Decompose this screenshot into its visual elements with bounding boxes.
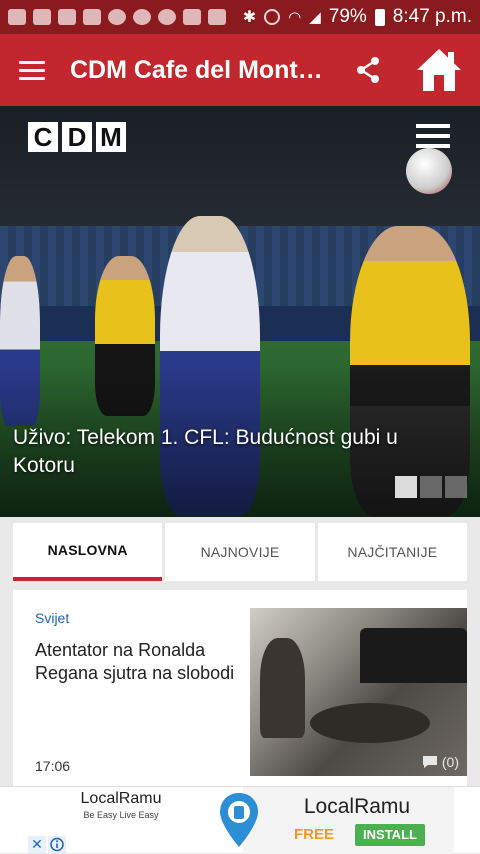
slide-dot[interactable] [395,476,417,498]
v-icon [183,9,201,25]
battery-icon [374,8,385,26]
wallet-icon [208,9,226,25]
app-title: CDM Cafe del Mont… [70,55,323,84]
video-icon [33,9,51,25]
article-time: 17:06 [35,758,71,774]
ad-close-icon[interactable]: ✕ [28,836,46,853]
slide-indicator [395,476,467,498]
email-icon [83,9,101,25]
home-icon[interactable] [414,46,464,94]
install-button[interactable]: INSTALL [355,824,425,846]
app-bar: CDM Cafe del Mont… [0,34,480,106]
battery-percent: 79% [328,6,367,27]
comment-icon [422,756,437,768]
hero-menu-icon [416,124,450,148]
article-headline[interactable]: Atentator na Ronalda Regana sjutra na sl… [35,639,235,685]
section-tabs: NASLOVNA NAJNOVIJE NAJČITANIJE [13,523,467,581]
article-thumbnail[interactable]: (0) [250,608,467,776]
system-status: ✱ ◠ ◢ 79% 8:47 p.m. [243,6,472,28]
bluetooth-icon: ✱ [242,9,257,26]
location-pin-icon [220,793,258,847]
ad-tagline: Be Easy Live Easy [83,810,159,820]
tab-naslovna[interactable]: NASLOVNA [13,523,163,581]
wifi-icon: ◠ [288,9,302,26]
share-icon[interactable] [352,54,384,86]
slide-dot[interactable] [420,476,442,498]
ad-brand-large: LocalRamu [303,795,411,818]
featured-slider[interactable]: C D M Uživo: Telekom 1. CFL: Budućnost g… [0,106,480,517]
signal-icon: ◢ [309,9,321,26]
app-icon [133,9,151,25]
hamburger-menu-button[interactable] [0,34,64,106]
message-icon [8,9,26,25]
ad-free-label: FREE [294,826,335,843]
notification-icons [8,9,226,25]
tab-najcitanije[interactable]: NAJČITANIJE [317,523,467,581]
cdm-logo: C D M [28,122,126,152]
ad-info-icon[interactable] [48,836,66,853]
ad-banner[interactable]: LocalRamu Be Easy Live Easy LocalRamu FR… [0,786,480,854]
ad-brand: LocalRamu [80,790,162,807]
slide-caption[interactable]: Uživo: Telekom 1. CFL: Budućnost gubi u … [13,424,453,480]
emoji-icon [158,9,176,25]
alarm-icon [264,9,281,25]
status-bar: ✱ ◠ ◢ 79% 8:47 p.m. [0,0,480,34]
tab-najnovije[interactable]: NAJNOVIJE [165,523,315,581]
article-category[interactable]: Svijet [35,610,69,626]
clock: 8:47 p.m. [392,6,472,27]
article-card[interactable]: Svijet Atentator na Ronalda Regana sjutr… [13,590,467,790]
app-icon [108,9,126,25]
football [406,148,452,194]
comment-count: (0) [422,754,459,770]
image-icon [58,9,76,25]
slide-dot[interactable] [445,476,467,498]
